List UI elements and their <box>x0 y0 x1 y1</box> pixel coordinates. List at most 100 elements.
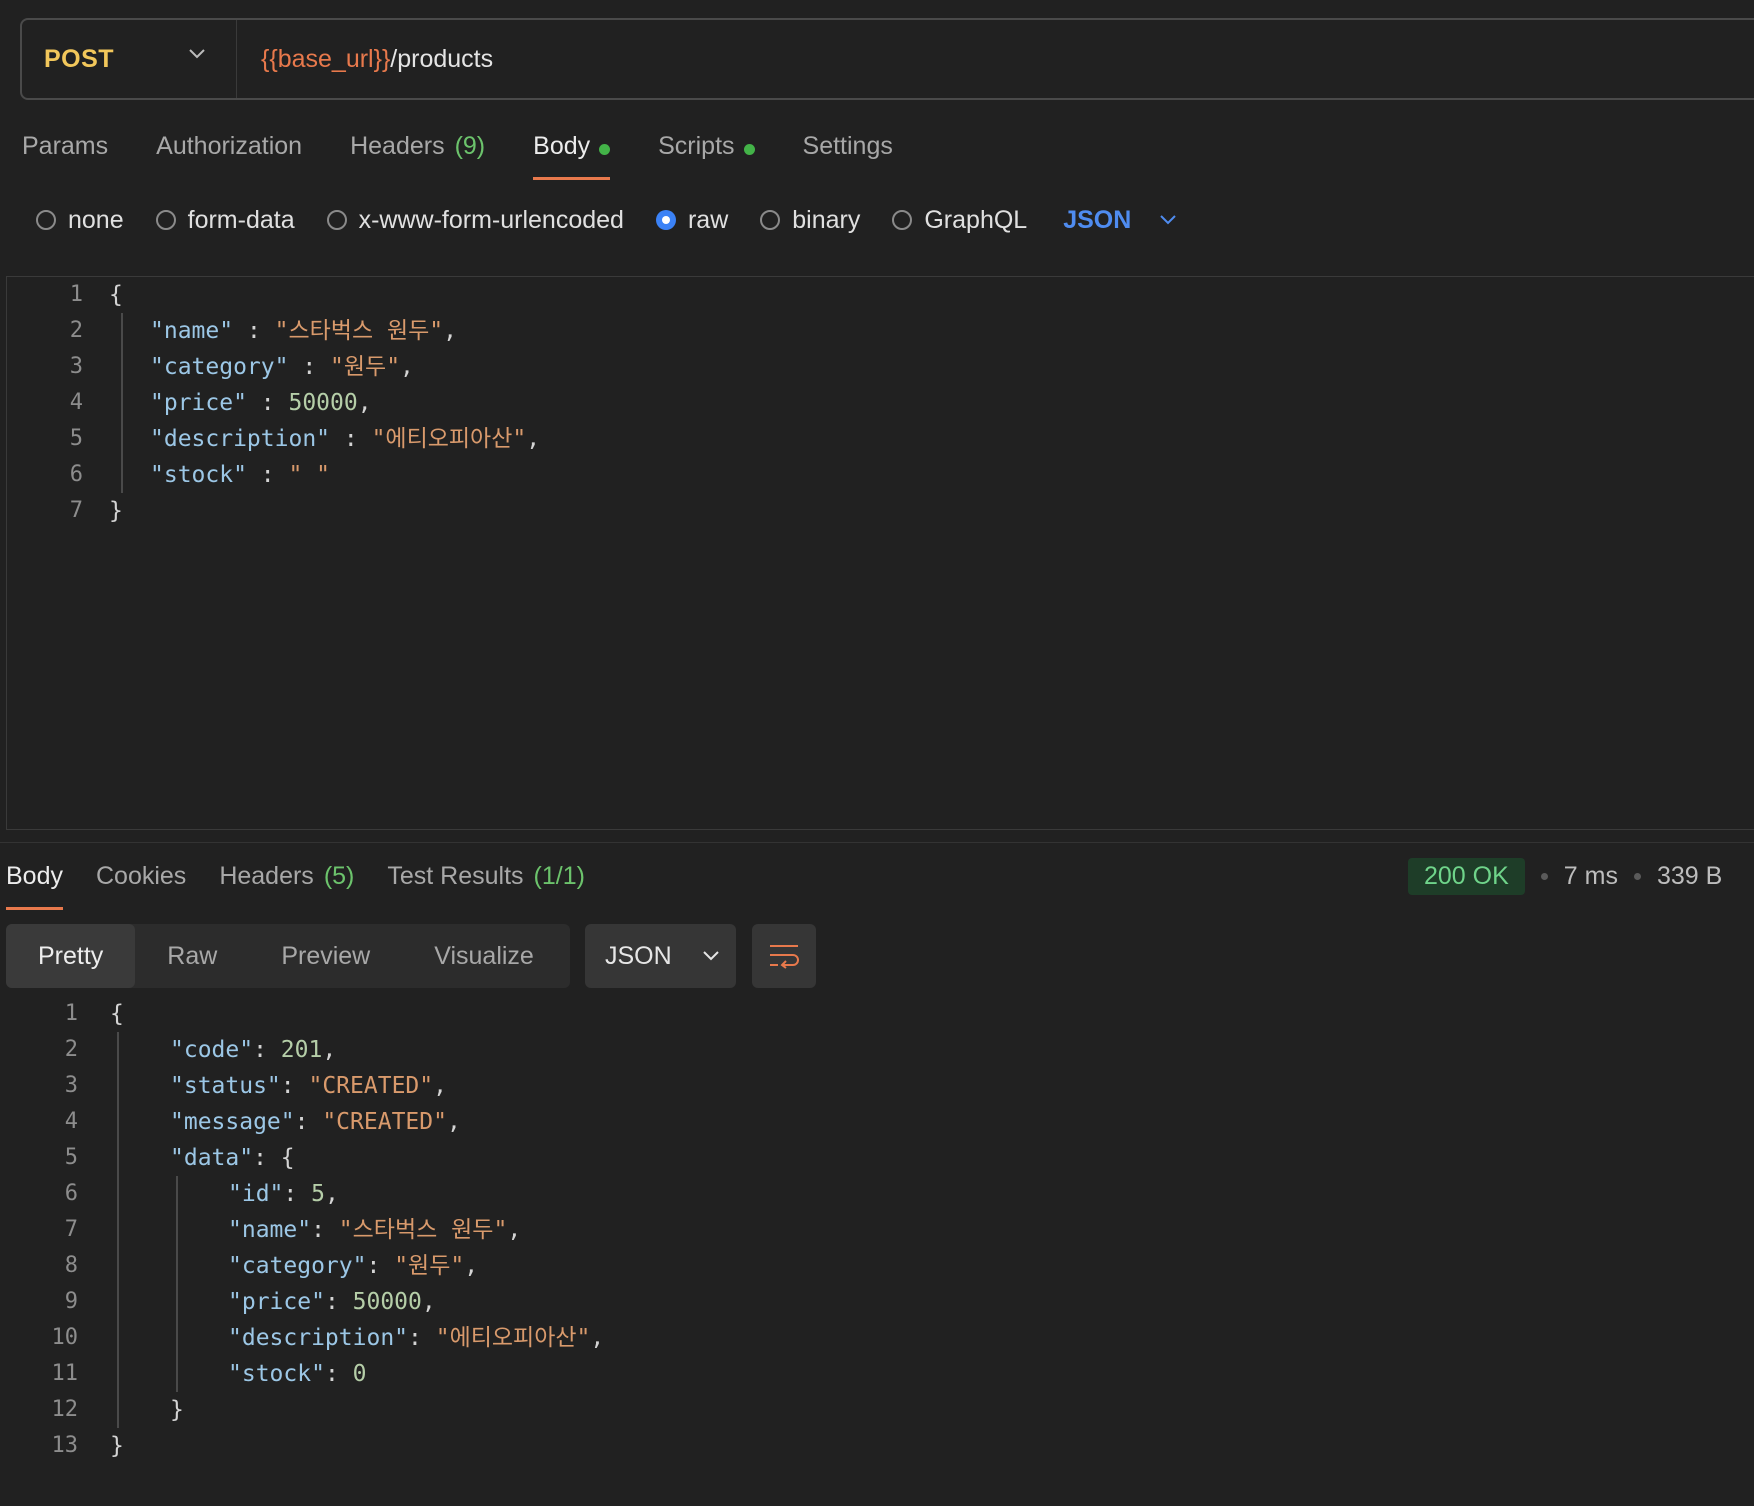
code-brace: { <box>110 1001 124 1027</box>
code-key: "stock" <box>150 462 247 488</box>
radio-none[interactable]: none <box>36 206 124 235</box>
line-number: 5 <box>64 1145 78 1170</box>
code-brace: } <box>109 498 123 524</box>
headers-count: (9) <box>454 132 486 160</box>
separator-dot <box>1633 872 1641 880</box>
code-punct: , <box>433 1073 447 1099</box>
code-value: "CREATED" <box>322 1109 447 1135</box>
code-punct: : <box>280 1073 309 1099</box>
line-number: 7 <box>69 498 83 523</box>
tab-authorization[interactable]: Authorization <box>156 128 302 180</box>
tab-cookies[interactable]: Cookies <box>96 858 186 910</box>
tab-settings[interactable]: Settings <box>803 128 893 180</box>
code-brace: { <box>109 282 123 308</box>
radio-urlencoded[interactable]: x-www-form-urlencoded <box>326 206 624 235</box>
indent-guide <box>117 1032 119 1428</box>
status-badge[interactable]: 200 OK <box>1408 857 1525 895</box>
code-key: "price" <box>228 1289 325 1315</box>
view-raw-button[interactable]: Raw <box>135 924 249 988</box>
code-punct: , <box>590 1325 605 1351</box>
radio-label: none <box>68 205 124 234</box>
code-punct: , <box>443 318 458 344</box>
line-number: 12 <box>51 1397 79 1422</box>
code-punct: : <box>366 1253 395 1279</box>
code-line: "message": "CREATED", <box>170 1104 461 1140</box>
code-line: "status": "CREATED", <box>170 1068 447 1104</box>
tab-label: Authorization <box>156 132 303 160</box>
wrap-lines-button[interactable] <box>752 924 816 988</box>
code-value: "스타벅스 원두" <box>338 1217 508 1243</box>
tab-params[interactable]: Params <box>22 128 108 180</box>
view-preview-button[interactable]: Preview <box>249 924 402 988</box>
code-punct: , <box>421 1289 436 1315</box>
tab-scripts[interactable]: Scripts <box>658 128 755 180</box>
radio-circle <box>760 210 781 230</box>
code-value: "CREATED" <box>308 1073 434 1099</box>
method-select[interactable]: POST <box>22 20 237 98</box>
code-line: "name" : "스타벅스 원두", <box>150 313 457 349</box>
chevron-down-icon <box>1160 215 1177 225</box>
line-number: 10 <box>51 1325 79 1350</box>
line-number: 6 <box>64 1181 78 1206</box>
request-body-editor[interactable]: 1 {2 "name" : "스타벅스 원두", 3 "category" : "원두"… <box>6 276 1754 830</box>
tab-label: Settings <box>802 132 893 160</box>
tab-test-results[interactable]: Test Results (1/1) <box>387 858 585 910</box>
code-punct: : <box>246 462 289 488</box>
code-punct: , <box>526 426 541 452</box>
code-line: } <box>170 1392 184 1428</box>
code-line: } <box>109 493 123 529</box>
view-visualize-button[interactable]: Visualize <box>402 924 566 988</box>
method-label: POST <box>44 44 115 73</box>
response-size[interactable]: 339 B <box>1657 862 1722 891</box>
url-path: /products <box>390 44 494 73</box>
code-key: "description" <box>150 426 331 452</box>
radio-graphql[interactable]: GraphQL <box>892 206 1027 235</box>
indent-guide <box>121 313 123 493</box>
code-value: "에티오피아산" <box>435 1325 591 1351</box>
code-key: "code" <box>170 1037 254 1063</box>
tab-body[interactable]: Body <box>533 128 611 180</box>
code-value: { <box>280 1145 295 1171</box>
radio-label: raw <box>687 205 729 234</box>
tab-headers[interactable]: Headers (9) <box>350 128 485 180</box>
code-punct: : <box>233 318 275 344</box>
code-value: " " <box>288 462 331 488</box>
code-key: "category" <box>150 354 289 380</box>
view-pretty-button[interactable]: Pretty <box>6 924 136 988</box>
tab-label: Headers <box>219 862 314 890</box>
line-number: 4 <box>64 1109 78 1134</box>
code-punct: , <box>446 1109 461 1135</box>
body-type-options: none form-data x-www-form-urlencoded raw… <box>36 200 1177 240</box>
code-value: "원두" <box>394 1253 465 1279</box>
tab-label: Body <box>533 132 591 160</box>
code-punct: : <box>288 354 331 380</box>
code-line: "data": { <box>170 1140 295 1176</box>
code-line: "description": "에티오피아산", <box>228 1320 604 1356</box>
code-line: "id": 5, <box>228 1176 339 1212</box>
headers-count: (5) <box>323 862 355 890</box>
radio-form-data[interactable]: form-data <box>155 206 295 235</box>
response-tabs: Body Cookies Headers (5) Test Results (1/1… <box>6 858 618 910</box>
response-body-viewer[interactable]: 1 {2 "code": 201, 3 "status": "CREATED", 4 "me… <box>0 996 1754 1496</box>
language-label: JSON <box>1063 205 1132 234</box>
pane-divider[interactable] <box>0 842 1754 843</box>
tab-response-body[interactable]: Body <box>6 858 63 910</box>
view-mode-segmented: Pretty Raw Preview Visualize <box>6 924 570 988</box>
radio-binary[interactable]: binary <box>760 206 860 235</box>
code-punct: : <box>324 1289 353 1315</box>
tab-response-headers[interactable]: Headers (5) <box>219 858 354 910</box>
radio-raw[interactable]: raw <box>655 205 729 235</box>
code-value: 50000 <box>288 390 358 416</box>
response-format-select[interactable]: JSON <box>585 924 736 988</box>
code-punct: : <box>283 1181 312 1207</box>
body-language-select[interactable]: JSON <box>1063 206 1177 235</box>
code-key: "id" <box>228 1181 284 1207</box>
code-key: "status" <box>170 1073 281 1099</box>
response-time[interactable]: 7 ms <box>1564 862 1618 891</box>
code-value: "스타벅스 원두" <box>274 318 444 344</box>
url-bar: POST {{base_url}}/products <box>20 18 1754 100</box>
tab-label: Cookies <box>95 862 187 890</box>
url-input[interactable]: {{base_url}}/products <box>261 45 493 74</box>
code-punct: , <box>400 354 414 380</box>
radio-circle <box>892 210 913 230</box>
